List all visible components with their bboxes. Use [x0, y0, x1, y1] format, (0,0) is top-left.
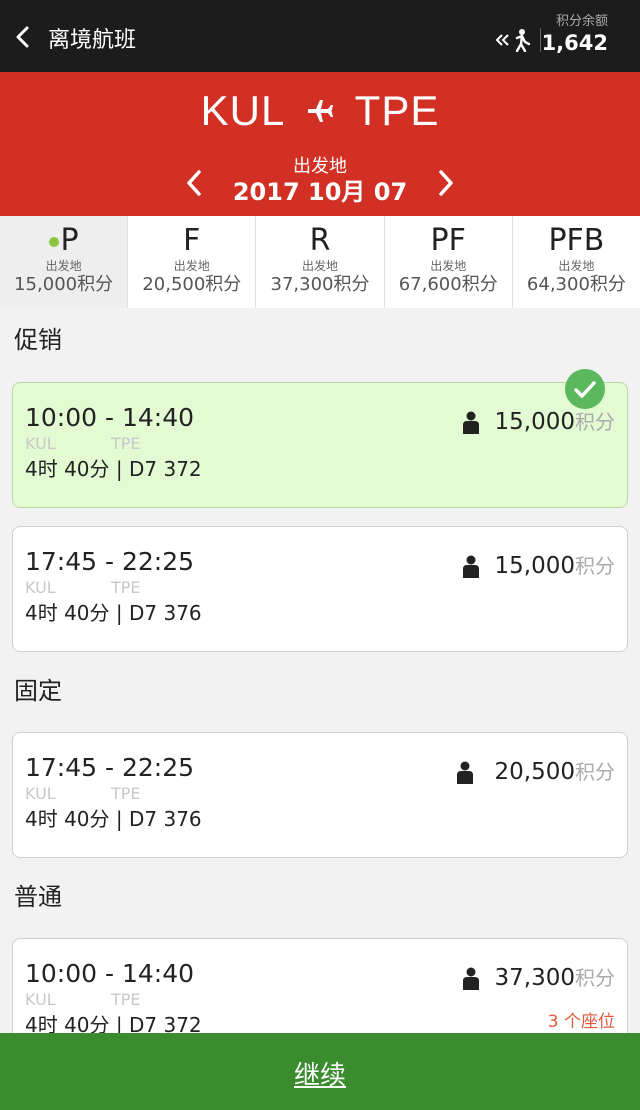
selected-check-icon	[565, 369, 605, 409]
flight-card[interactable]: 17:45 - 22:25 KUL TPE 4时 40分 | D7 376 20…	[12, 732, 628, 858]
price-unit: 积分	[575, 760, 615, 784]
flight-destination: TPE	[111, 578, 141, 597]
fare-code: PF	[430, 223, 466, 258]
points-balance-label: 积分余额	[555, 14, 608, 29]
top-bar: 离境航班 积分余额 1,642	[0, 0, 640, 72]
fare-code: R	[309, 223, 331, 258]
running-person-icon[interactable]	[495, 28, 533, 52]
fare-tab-r[interactable]: R 出发地 37,300积分	[256, 216, 385, 308]
passenger-icon	[463, 555, 479, 578]
section-title-regular: 普通	[14, 883, 62, 911]
flight-price: 15,000	[494, 409, 575, 435]
fare-sub-label: 出发地	[430, 259, 467, 273]
fare-code: F	[183, 223, 201, 258]
fare-sub-label: 出发地	[558, 259, 595, 273]
flight-duration-number: 4时 40分 | D7 372	[25, 457, 202, 481]
route-header: KUL TPE 出发地 2017 10月 07	[0, 72, 640, 216]
flight-card[interactable]: 10:00 - 14:40 KUL TPE 4时 40分 | D7 372 15…	[12, 382, 628, 508]
back-button[interactable]	[10, 24, 36, 50]
flight-card[interactable]: 17:45 - 22:25 KUL TPE 4时 40分 | D7 376 15…	[12, 526, 628, 652]
points-balance-value: 1,642	[541, 31, 608, 55]
flight-times: 10:00 - 14:40	[25, 403, 195, 432]
fare-sub-label: 出发地	[173, 259, 210, 273]
origin-code: KUL	[200, 86, 286, 134]
continue-label: 继续	[293, 1061, 346, 1091]
section-title-fixed: 固定	[14, 677, 62, 705]
fare-tab-p[interactable]: P 出发地 15,000积分	[0, 216, 129, 308]
fare-price: 67,600积分	[398, 274, 498, 295]
price-unit: 积分	[575, 966, 615, 990]
flight-times: 17:45 - 22:25	[25, 753, 195, 782]
passenger-icon	[463, 411, 479, 434]
flight-origin: KUL	[25, 434, 56, 453]
flight-destination: TPE	[111, 990, 141, 1009]
airplane-icon	[308, 99, 333, 122]
page-title: 离境航班	[48, 28, 137, 53]
flight-times: 10:00 - 14:40	[25, 959, 195, 988]
price-unit: 积分	[575, 410, 615, 434]
fare-price: 20,500积分	[142, 274, 242, 295]
flight-duration-number: 4时 40分 | D7 376	[25, 807, 202, 831]
fare-price: 64,300积分	[526, 274, 626, 295]
fare-tabs: P 出发地 15,000积分 F 出发地 20,500积分 R 出发地 37,3…	[0, 216, 640, 308]
route: KUL TPE	[0, 84, 640, 135]
fare-price: 15,000积分	[14, 274, 114, 295]
fare-tab-pfb[interactable]: PFB 出发地 64,300积分	[512, 216, 640, 308]
fare-tab-pf[interactable]: PF 出发地 67,600积分	[384, 216, 513, 308]
passenger-icon	[463, 967, 479, 990]
flight-price: 15,000	[494, 553, 575, 579]
continue-button[interactable]: 继续	[0, 1033, 640, 1110]
flight-destination: TPE	[111, 434, 141, 453]
flight-times: 17:45 - 22:25	[25, 547, 195, 576]
previous-date-button[interactable]	[182, 168, 206, 198]
fare-sub-label: 出发地	[302, 259, 339, 273]
fare-code: P	[60, 223, 79, 258]
fare-tab-f[interactable]: F 出发地 20,500积分	[128, 216, 257, 308]
chevron-left-icon	[16, 26, 29, 48]
fare-price: 37,300积分	[270, 274, 370, 295]
section-title-promo: 促销	[14, 326, 62, 354]
flight-origin: KUL	[25, 578, 56, 597]
price-unit: 积分	[575, 554, 615, 578]
fare-code: PFB	[548, 223, 605, 258]
flight-origin: KUL	[25, 990, 56, 1009]
next-date-button[interactable]	[434, 168, 458, 198]
selected-dot-icon	[48, 236, 59, 247]
flight-origin: KUL	[25, 784, 56, 803]
date-value: 2017 10月 07	[232, 178, 408, 206]
flight-price: 37,300	[494, 965, 575, 991]
flight-destination: TPE	[111, 784, 141, 803]
flight-price: 20,500	[494, 759, 575, 785]
passenger-icon	[457, 761, 473, 784]
fare-sub-label: 出发地	[45, 259, 82, 273]
flight-duration-number: 4时 40分 | D7 376	[25, 601, 202, 625]
destination-code: TPE	[354, 86, 440, 134]
seats-remaining: 3 个座位	[547, 1012, 615, 1032]
